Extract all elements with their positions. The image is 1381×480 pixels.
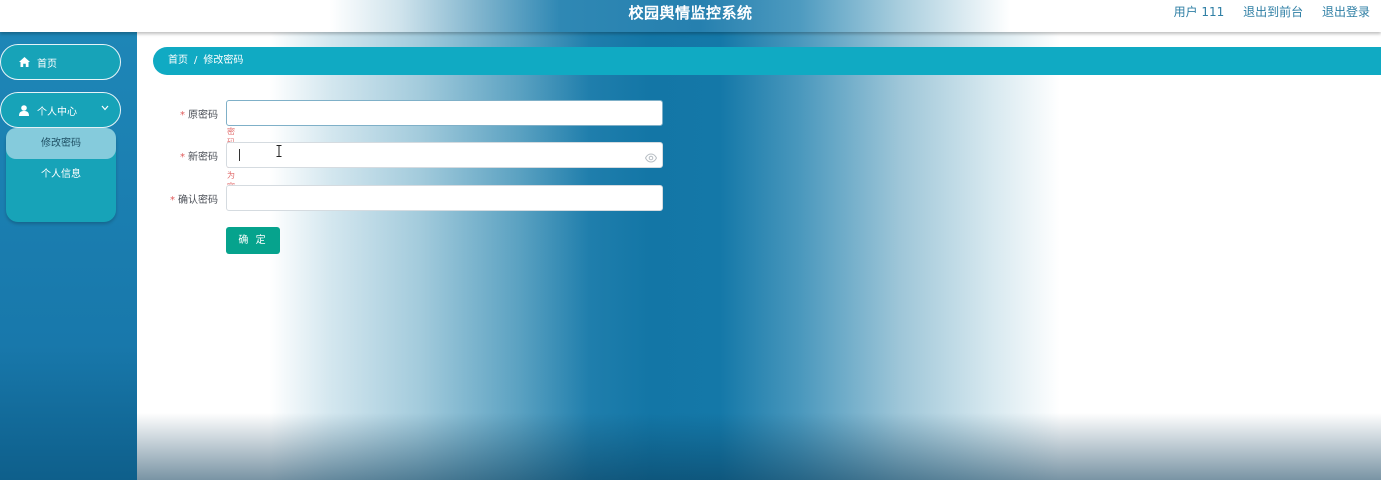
eye-icon[interactable] xyxy=(644,149,658,163)
breadcrumb-separator: / xyxy=(194,55,198,66)
sidebar: 首页 个人中心 修改密码 个人信息 xyxy=(0,32,137,480)
text-caret xyxy=(239,149,240,161)
submenu-item-personal-info[interactable]: 个人信息 xyxy=(6,159,116,190)
logout-link[interactable]: 退出登录 xyxy=(1322,5,1370,19)
old-password-label: * 原密码 xyxy=(180,110,218,121)
breadcrumb-home[interactable]: 首页 xyxy=(168,55,188,66)
submenu-item-change-password[interactable]: 修改密码 xyxy=(6,128,116,159)
top-header: 校园舆情监控系统 用户 111 退出到前台 退出登录 xyxy=(0,0,1381,32)
submit-button[interactable]: 确 定 xyxy=(226,227,280,254)
confirm-password-label: * 确认密码 xyxy=(170,195,218,206)
confirm-password-input[interactable] xyxy=(226,185,663,211)
sidebar-item-home[interactable]: 首页 xyxy=(0,44,121,80)
user-name-link[interactable]: 用户 111 xyxy=(1174,5,1225,19)
personal-center-submenu: 修改密码 个人信息 xyxy=(6,128,116,222)
sidebar-item-label: 首页 xyxy=(37,58,57,70)
sidebar-item-label: 个人中心 xyxy=(37,106,77,118)
chevron-down-icon xyxy=(101,104,109,114)
sidebar-item-personal-center[interactable]: 个人中心 xyxy=(0,92,121,128)
home-icon xyxy=(19,57,31,67)
ibeam-cursor-icon xyxy=(276,145,282,160)
exit-to-front-link[interactable]: 退出到前台 xyxy=(1243,5,1303,19)
new-password-label: * 新密码 xyxy=(180,152,218,163)
new-password-input[interactable] xyxy=(226,142,663,168)
old-password-input[interactable] xyxy=(226,100,663,126)
header-actions: 用户 111 退出到前台 退出登录 xyxy=(1159,0,1370,24)
user-icon xyxy=(19,104,31,116)
breadcrumb-current: 修改密码 xyxy=(203,55,244,66)
breadcrumb: 首页 / 修改密码 xyxy=(153,47,1381,75)
